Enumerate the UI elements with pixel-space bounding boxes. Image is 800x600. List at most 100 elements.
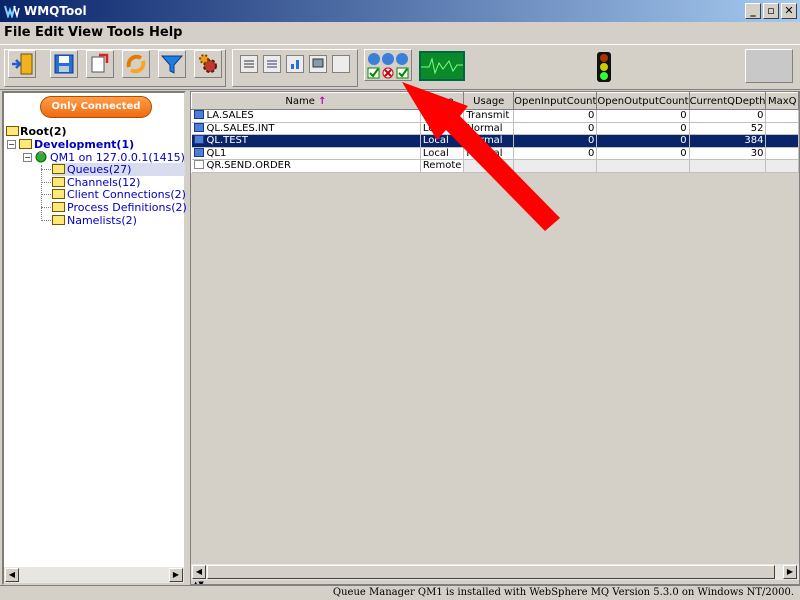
folder-icon	[52, 177, 65, 187]
view-blank-button[interactable]	[332, 55, 350, 73]
status-lights-button[interactable]	[364, 49, 412, 81]
cell-max-q	[765, 159, 799, 173]
table-row[interactable]: QR.SEND.ORDER Remote	[191, 159, 799, 173]
tree-root[interactable]: Root(2)	[20, 125, 67, 138]
filter-button[interactable]	[158, 50, 186, 78]
queue-name: QL.TEST	[206, 135, 249, 147]
menu-tools[interactable]: Tools	[107, 25, 144, 40]
table-row[interactable]: QL1 Local Normal 0 0 30	[191, 147, 799, 160]
heartbeat-graph-icon	[421, 57, 463, 75]
tree-item-queues[interactable]: Queues(27)	[67, 163, 131, 176]
table-horizontal-scrollbar[interactable]: ◀ ▶	[191, 564, 799, 580]
cell-open-input: 0	[513, 122, 598, 135]
queue-icon	[193, 122, 204, 132]
cell-name: QL.SALES.INT	[191, 122, 421, 135]
window-title: WMQTool	[24, 4, 87, 18]
performance-monitor-button[interactable]	[419, 51, 465, 81]
close-button[interactable]: ✕	[781, 3, 797, 19]
queue-name: QR.SEND.ORDER	[206, 160, 291, 172]
cell-open-output: 0	[596, 122, 690, 135]
chart-view-icon	[291, 60, 299, 69]
menu-view[interactable]: View	[68, 25, 103, 40]
column-header-current-q-depth[interactable]: CurrentQDepth	[688, 92, 767, 110]
exit-button[interactable]	[8, 50, 36, 78]
column-header-name[interactable]: Name ↑	[191, 92, 421, 110]
gears-icon	[199, 54, 217, 73]
cell-type: Local	[420, 134, 465, 148]
view-details-button[interactable]	[263, 55, 281, 73]
details-view-icon	[267, 60, 277, 68]
toolbar-group-main	[4, 49, 226, 87]
publish-button[interactable]	[86, 50, 114, 78]
view-monitor-button[interactable]	[309, 55, 327, 73]
tree-item-client-connections[interactable]: Client Connections(2)	[67, 188, 186, 201]
table-row-selected[interactable]: QL.TEST Local Normal 0 0 384	[191, 134, 799, 148]
queue-name: LA.SALES	[206, 110, 254, 122]
exit-door-icon	[12, 53, 33, 75]
tree-development[interactable]: Development(1)	[34, 138, 134, 151]
minimize-button[interactable]: _	[745, 3, 761, 19]
settings-button[interactable]	[194, 50, 222, 78]
restore-button[interactable]: ▫	[763, 3, 779, 19]
folder-icon	[52, 164, 65, 174]
column-header-open-input-count[interactable]: OpenInputCount	[513, 92, 598, 110]
title-bar: WMQTool _ ▫ ✕	[0, 0, 800, 22]
queue-icon	[193, 110, 204, 120]
only-connected-button[interactable]: Only Connected	[40, 96, 152, 118]
collapse-icon[interactable]: −	[23, 153, 32, 162]
sort-ascending-icon: ↑	[318, 95, 327, 107]
tree-item-process-definitions[interactable]: Process Definitions(2)	[67, 201, 187, 214]
cell-type: Local	[420, 147, 465, 160]
menu-file[interactable]: File	[4, 25, 31, 40]
queue-icon	[193, 135, 204, 145]
tree-guide-line	[41, 165, 42, 221]
cell-open-output	[596, 159, 690, 173]
column-header-type[interactable]: Type	[419, 92, 465, 110]
monitor-icon	[312, 58, 324, 68]
filter-funnel-icon	[160, 55, 184, 74]
queue-name: QL.SALES.INT	[206, 122, 275, 134]
scroll-right-icon[interactable]: ▶	[783, 565, 797, 579]
collapse-icon[interactable]: −	[7, 140, 16, 149]
cell-open-input: 0	[513, 109, 598, 123]
cell-depth	[689, 159, 767, 173]
folder-icon	[52, 189, 65, 199]
column-header-usage[interactable]: Usage	[463, 92, 515, 110]
menu-edit[interactable]: Edit	[35, 25, 64, 40]
cell-depth: 52	[689, 122, 767, 135]
scroll-left-icon[interactable]: ◀	[5, 568, 19, 582]
view-chart-button[interactable]	[286, 55, 304, 73]
view-list-button[interactable]	[240, 55, 258, 73]
navigation-tree-panel: Only Connected Root(2) − Development(1) …	[2, 91, 187, 585]
queue-name: QL1	[206, 147, 227, 159]
menu-help[interactable]: Help	[149, 25, 182, 40]
cell-depth: 0	[689, 109, 767, 123]
queue-table-panel: Name ↑ Type Usage OpenInputCount OpenOut…	[190, 91, 800, 585]
save-button[interactable]	[50, 50, 78, 78]
disabled-panel-button[interactable]	[745, 49, 793, 83]
scroll-right-icon[interactable]: ▶	[169, 568, 183, 582]
cell-max-q	[765, 122, 799, 135]
cell-name: LA.SALES	[191, 109, 421, 123]
cell-usage: Normal	[463, 122, 515, 135]
table-row[interactable]: LA.SALES Local Transmit 0 0 0	[191, 109, 799, 123]
scroll-left-icon[interactable]: ◀	[192, 565, 206, 579]
refresh-icon	[126, 54, 146, 74]
column-header-max-q[interactable]: MaxQ	[765, 92, 799, 110]
cell-open-output: 0	[596, 109, 690, 123]
column-header-open-output-count[interactable]: OpenOutputCount	[596, 92, 690, 110]
cell-type: Remote	[420, 159, 465, 173]
scroll-thumb[interactable]	[207, 565, 775, 579]
refresh-button[interactable]	[122, 50, 150, 78]
folder-icon	[52, 202, 65, 212]
tree-item-namelists[interactable]: Namelists(2)	[67, 214, 137, 227]
table-row[interactable]: QL.SALES.INT Local Normal 0 0 52	[191, 122, 799, 135]
traffic-light-icon	[597, 52, 611, 82]
folder-open-icon	[19, 139, 32, 149]
status-bar: Queue Manager QM1 is installed with WebS…	[0, 585, 800, 600]
cell-name: QL1	[191, 147, 421, 160]
tree-horizontal-scrollbar[interactable]: ◀ ▶	[4, 567, 184, 583]
remote-queue-icon	[193, 160, 204, 170]
cell-max-q	[765, 134, 799, 148]
list-view-icon	[244, 60, 254, 68]
